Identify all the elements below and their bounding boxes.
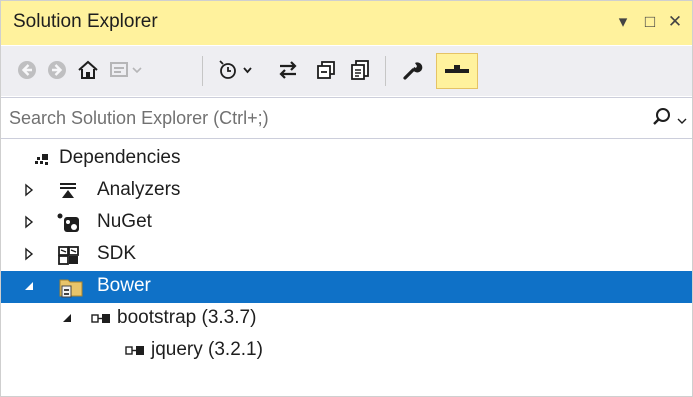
package-icon bbox=[91, 308, 113, 330]
tree-item-sdk[interactable]: SDK bbox=[1, 239, 692, 271]
tree-item-label: Analyzers bbox=[97, 179, 181, 200]
close-button[interactable]: ✕ bbox=[664, 10, 686, 34]
collapse-arrow-icon[interactable] bbox=[23, 279, 35, 293]
toolbar-separator bbox=[202, 56, 203, 86]
tree-item-analyzers[interactable]: Analyzers bbox=[1, 175, 692, 207]
tree-item-bower[interactable]: Bower bbox=[1, 271, 692, 303]
back-icon[interactable] bbox=[15, 55, 39, 85]
tree-item-label: SDK bbox=[97, 243, 137, 264]
package-icon bbox=[125, 340, 147, 362]
tree-item-label: NuGet bbox=[97, 211, 152, 232]
title-bar: Solution Explorer ▾ □ ✕ bbox=[1, 1, 692, 45]
expand-arrow-icon[interactable] bbox=[23, 183, 35, 197]
search-icon[interactable] bbox=[651, 106, 673, 133]
toolbar-separator bbox=[385, 56, 386, 86]
solution-explorer-window: Solution Explorer ▾ □ ✕ Search Solution … bbox=[0, 0, 693, 397]
nuget-icon bbox=[57, 212, 79, 234]
dependencies-icon bbox=[31, 148, 53, 170]
search-options-dropdown-icon[interactable] bbox=[677, 112, 687, 130]
collapse-all-icon[interactable] bbox=[313, 55, 339, 85]
window-title: Solution Explorer bbox=[13, 11, 158, 32]
analyzers-icon bbox=[57, 180, 79, 202]
toolbar bbox=[1, 46, 692, 96]
show-all-files-icon[interactable] bbox=[347, 55, 373, 85]
collapse-arrow-icon[interactable] bbox=[61, 311, 73, 325]
properties-icon[interactable] bbox=[399, 55, 425, 85]
tree-item-label: bootstrap (3.3.7) bbox=[117, 307, 257, 328]
switch-views-icon[interactable] bbox=[107, 55, 147, 85]
expand-arrow-icon[interactable] bbox=[23, 247, 35, 261]
tree-item-bootstrap[interactable]: bootstrap (3.3.7) bbox=[1, 303, 692, 335]
search-box bbox=[1, 97, 692, 139]
bower-folder-icon bbox=[57, 274, 85, 300]
sync-with-active-document-icon[interactable] bbox=[275, 55, 301, 85]
tree-item-label: jquery (3.2.1) bbox=[151, 339, 263, 360]
expand-arrow-icon[interactable] bbox=[23, 215, 35, 229]
window-menu-dropdown-icon[interactable]: ▾ bbox=[612, 10, 634, 34]
tree-item-dependencies[interactable]: Dependencies bbox=[1, 143, 692, 175]
tree-item-label: Dependencies bbox=[59, 147, 181, 168]
tree-item-label: Bower bbox=[97, 275, 151, 296]
search-input[interactable] bbox=[9, 105, 629, 131]
maximize-button[interactable]: □ bbox=[639, 10, 661, 34]
tree-item-nuget[interactable]: NuGet bbox=[1, 207, 692, 239]
forward-icon[interactable] bbox=[45, 55, 69, 85]
tree-item-jquery[interactable]: jquery (3.2.1) bbox=[1, 335, 692, 367]
sdk-icon bbox=[57, 244, 79, 266]
preview-selected-items-icon[interactable] bbox=[436, 53, 478, 89]
pending-changes-filter-icon[interactable] bbox=[215, 55, 259, 85]
home-icon[interactable] bbox=[75, 55, 101, 85]
